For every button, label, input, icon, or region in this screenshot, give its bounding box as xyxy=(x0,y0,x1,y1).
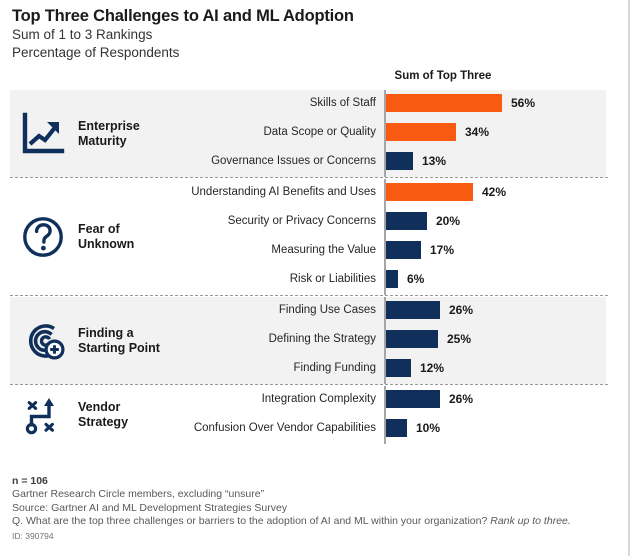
bar xyxy=(386,94,502,112)
bar-value-label: 17% xyxy=(430,243,455,257)
bar xyxy=(386,123,456,141)
bar-value-label: 56% xyxy=(511,96,536,110)
bar-category-label: Data Scope or Quality xyxy=(263,126,376,138)
bar-value-label: 13% xyxy=(422,154,447,168)
group-separator xyxy=(10,295,608,296)
bar-value-label: 10% xyxy=(416,421,441,435)
bar-value-label: 34% xyxy=(465,125,490,139)
bar-value-label: 6% xyxy=(407,272,425,286)
bar xyxy=(386,301,440,319)
group-separator xyxy=(10,177,608,178)
bar-category-label: Defining the Strategy xyxy=(268,333,376,345)
bar-category-label: Understanding AI Benefits and Uses xyxy=(191,186,376,198)
chart-bar-row: Security or Privacy Concerns 20% xyxy=(0,212,628,230)
group-separator xyxy=(10,384,608,385)
bar-value-label: 42% xyxy=(482,185,507,199)
bar-category-label: Skills of Staff xyxy=(309,97,376,109)
bar-value-label: 25% xyxy=(447,332,472,346)
footnotes: n = 106 Gartner Research Circle members,… xyxy=(12,474,612,542)
chart-bar-row: Confusion Over Vendor Capabilities 10% xyxy=(0,419,628,437)
bar xyxy=(386,330,438,348)
chart-bar-row: Defining the Strategy 25% xyxy=(0,330,628,348)
bar xyxy=(386,212,427,230)
bar-category-label: Measuring the Value xyxy=(271,244,376,256)
chart-bar-row: Governance Issues or Concerns 13% xyxy=(0,152,628,170)
bar-value-label: 26% xyxy=(449,392,474,406)
chart-bar-row: Understanding AI Benefits and Uses 42% xyxy=(0,183,628,201)
bar-category-label: Governance Issues or Concerns xyxy=(211,155,376,167)
chart-page: Top Three Challenges to AI and ML Adopti… xyxy=(0,0,630,556)
chart-bar-row: Finding Use Cases 26% xyxy=(0,301,628,319)
chart-bar-row: Finding Funding 12% xyxy=(0,359,628,377)
bar-value-label: 20% xyxy=(436,214,461,228)
bar-value-label: 12% xyxy=(420,361,445,375)
footnote-respondents: Gartner Research Circle members, excludi… xyxy=(12,488,265,500)
footnote-question-text: Q. What are the top three challenges or … xyxy=(12,515,491,527)
footnote-question-emphasis: Rank up to three. xyxy=(490,515,571,527)
bar-value-label: 26% xyxy=(449,303,474,317)
chart-header: Top Three Challenges to AI and ML Adopti… xyxy=(12,6,612,62)
page-title: Top Three Challenges to AI and ML Adopti… xyxy=(12,7,354,25)
footnote-id: ID: 390794 xyxy=(12,530,54,541)
bar xyxy=(386,152,413,170)
bar-category-label: Confusion Over Vendor Capabilities xyxy=(193,422,376,434)
footnote-question: Q. What are the top three challenges or … xyxy=(12,515,612,529)
bar xyxy=(386,419,407,437)
bar-category-label: Risk or Liabilities xyxy=(289,273,376,285)
subtitle-percentage: Percentage of Respondents xyxy=(12,45,180,60)
bar-category-label: Integration Complexity xyxy=(261,393,376,405)
footnote-source: Source: Gartner AI and ML Development St… xyxy=(12,501,288,514)
bar-category-label: Security or Privacy Concerns xyxy=(227,215,376,227)
bar-category-label: Finding Funding xyxy=(293,362,376,374)
bar xyxy=(386,241,421,259)
bar xyxy=(386,359,411,377)
bar-category-label: Finding Use Cases xyxy=(278,304,376,316)
column-header-sum-of-top-three: Sum of Top Three xyxy=(394,70,492,82)
bar xyxy=(386,270,398,288)
chart-bar-row: Skills of Staff 56% xyxy=(0,94,628,112)
bar xyxy=(386,390,440,408)
chart-bar-row: Risk or Liabilities 6% xyxy=(0,270,628,288)
chart-bar-row: Data Scope or Quality 34% xyxy=(0,123,628,141)
footnote-sample-size: n = 106 xyxy=(12,475,48,487)
subtitle-rankings: Sum of 1 to 3 Rankings xyxy=(12,27,153,42)
chart-bar-row: Measuring the Value 17% xyxy=(0,241,628,259)
chart-plot-area: Enterprise Maturity Skills of Staff 56% Dat… xyxy=(0,90,628,468)
chart-bar-row: Integration Complexity 26% xyxy=(0,390,628,408)
bar xyxy=(386,183,473,201)
